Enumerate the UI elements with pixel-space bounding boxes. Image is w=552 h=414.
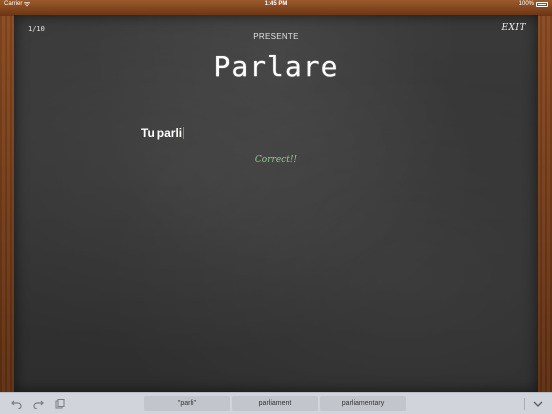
battery-icon (536, 1, 548, 7)
redo-button[interactable] (32, 398, 44, 410)
chalkboard: 1/10 EXIT PRESENTE Parlare Tu parli Corr… (14, 15, 538, 392)
answer-input[interactable]: parli (156, 126, 185, 140)
answer-row: Tu parli (141, 126, 185, 140)
keyboard-suggestion-bar: "parli" parliament parliamentary (0, 392, 552, 414)
toolbar-divider (524, 398, 525, 410)
dismiss-keyboard-button[interactable] (532, 398, 544, 410)
app-screen: Carrier 1:45 PM 100% 1/10 EXIT PRESENTE … (0, 0, 552, 414)
undo-button[interactable] (10, 398, 22, 410)
feedback-message: Correct!! (254, 155, 298, 165)
status-bar: Carrier 1:45 PM 100% (0, 0, 552, 10)
undo-icon (10, 400, 22, 409)
verb-title: Parlare (213, 50, 339, 83)
suggestion-3[interactable]: parliamentary (320, 396, 406, 411)
paste-button[interactable] (54, 398, 66, 410)
text-caret (183, 127, 185, 139)
pronoun-label: Tu (141, 126, 155, 140)
suggestion-1[interactable]: "parli" (144, 396, 230, 411)
tense-label: PRESENTE (253, 32, 299, 41)
status-time: 1:45 PM (264, 1, 288, 7)
answer-text: parli (156, 126, 183, 140)
status-right: 100% (519, 1, 548, 7)
suggestion-2[interactable]: parliament (232, 396, 318, 411)
chevron-down-icon (533, 401, 543, 407)
paste-icon (55, 399, 65, 409)
redo-icon (32, 400, 44, 409)
battery-percent: 100% (518, 1, 534, 7)
